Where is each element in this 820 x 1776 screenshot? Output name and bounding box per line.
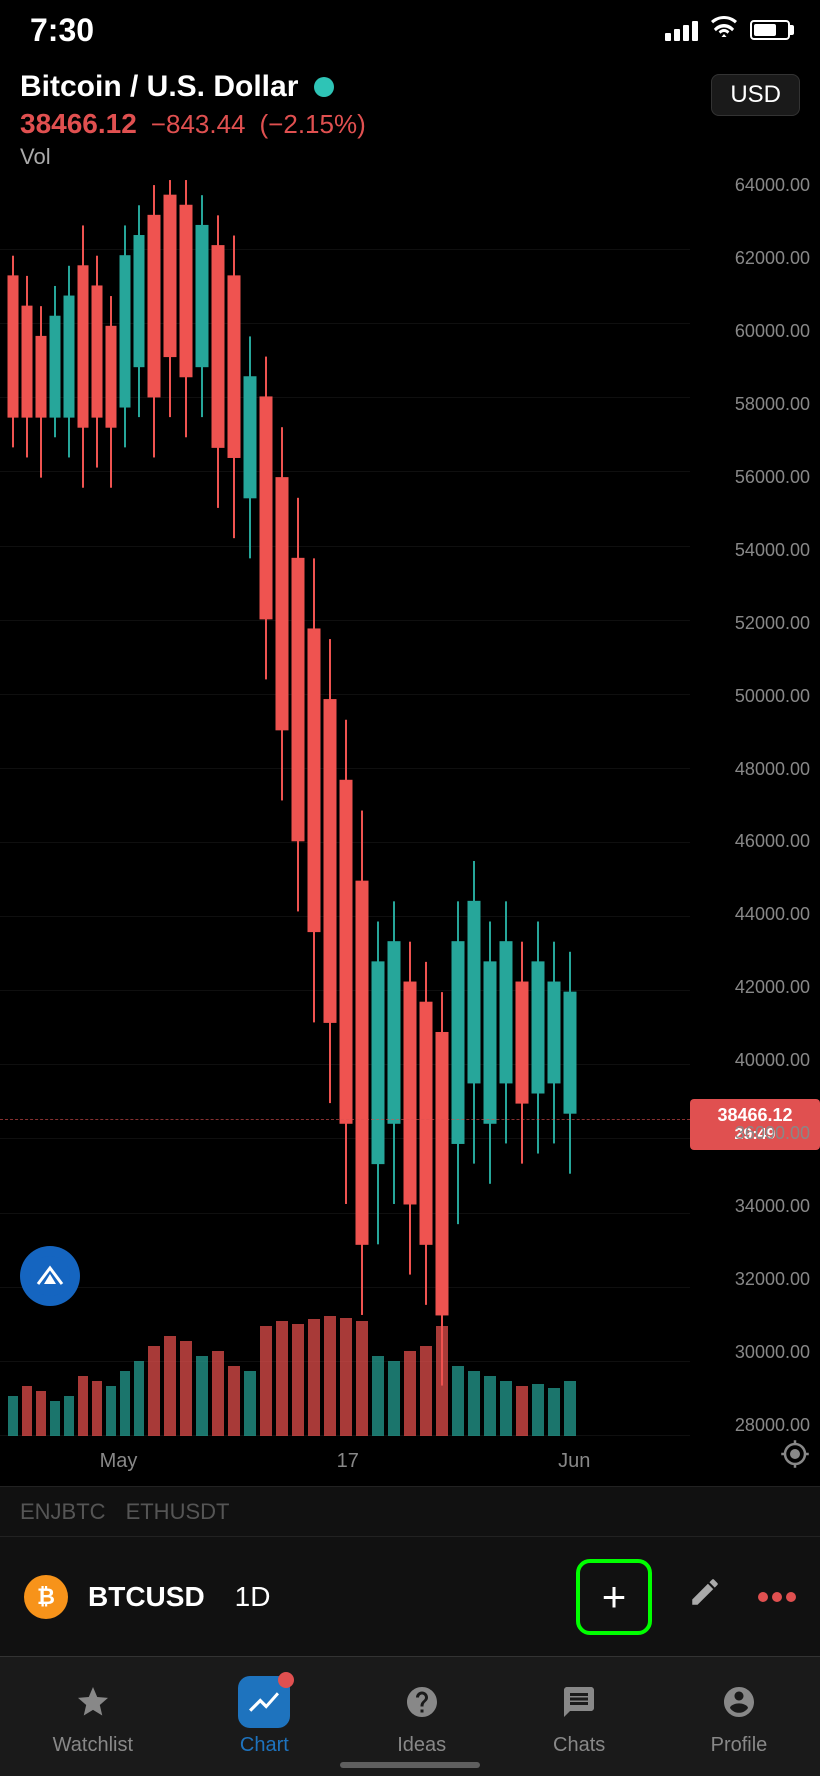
ideas-icon (396, 1676, 448, 1728)
price-label-50000: 50000.00 (690, 686, 820, 707)
profile-icon (713, 1676, 765, 1728)
pair-status-dot (314, 77, 334, 97)
time-axis: May 17 Jun (0, 1436, 690, 1486)
price-label-30000: 30000.00 (690, 1342, 820, 1363)
current-price-line (0, 1119, 690, 1120)
more-options-button[interactable] (758, 1592, 796, 1602)
price-label-36000: 36000.00 (690, 1123, 820, 1144)
currency-badge[interactable]: USD (711, 74, 800, 116)
candlestick-canvas (0, 175, 690, 1436)
price-label-32000: 32000.00 (690, 1269, 820, 1290)
nav-ideas[interactable]: Ideas (396, 1676, 448, 1757)
status-icons (665, 16, 790, 44)
price-label-62000: 62000.00 (690, 248, 820, 269)
status-time: 7:30 (30, 12, 94, 49)
tradingview-watermark (20, 1246, 80, 1306)
toolbar-symbol: BTCUSD (88, 1581, 205, 1613)
pencil-icon[interactable] (688, 1575, 722, 1618)
ticker-enjbtc: ENJBTC (20, 1499, 106, 1525)
nav-chart-label: Chart (240, 1734, 289, 1757)
nav-chats[interactable]: Chats (553, 1676, 605, 1757)
pair-name: Bitcoin / U.S. Dollar (20, 70, 298, 104)
nav-profile-label: Profile (711, 1734, 768, 1757)
battery-icon (750, 20, 790, 40)
price-label-42000: 42000.00 (690, 977, 820, 998)
price-label-44000: 44000.00 (690, 904, 820, 925)
price-label-60000: 60000.00 (690, 321, 820, 342)
price-label-54000: 54000.00 (690, 540, 820, 561)
volume-area (0, 1316, 690, 1436)
watchlist-icon (67, 1676, 119, 1728)
time-label-17: 17 (337, 1450, 359, 1473)
price-label-56000: 56000.00 (690, 467, 820, 488)
pair-row: Bitcoin / U.S. Dollar USD (20, 70, 800, 104)
chart-header: Bitcoin / U.S. Dollar USD 38466.12 −843.… (0, 60, 820, 176)
price-label-46000: 46000.00 (690, 831, 820, 852)
price-label-40000: 40000.00 (690, 1050, 820, 1071)
wifi-icon (710, 16, 738, 44)
chart-icon (238, 1676, 290, 1728)
signal-icon (665, 19, 698, 41)
btc-icon: ₿ (24, 1575, 68, 1619)
chart-toolbar: ₿ BTCUSD 1D + (0, 1536, 820, 1656)
time-label-jun: Jun (558, 1450, 590, 1473)
price-label-58000: 58000.00 (690, 394, 820, 415)
nav-chats-label: Chats (553, 1734, 605, 1757)
nav-watchlist[interactable]: Watchlist (53, 1676, 133, 1757)
price-label-48000: 48000.00 (690, 759, 820, 780)
price-row: 38466.12 −843.44 (−2.15%) (20, 108, 800, 140)
status-bar: 7:30 (0, 0, 820, 60)
toolbar-timeframe: 1D (235, 1581, 271, 1613)
ticker-ethusdt: ETHUSDT (126, 1499, 230, 1525)
chart-area[interactable]: 38466.12 29:49 64000.00 62000.00 60000.0… (0, 175, 820, 1486)
price-axis: 64000.00 62000.00 60000.00 58000.00 5600… (690, 175, 820, 1486)
price-label-28000: 28000.00 (690, 1415, 820, 1436)
add-chart-button[interactable]: + (576, 1559, 652, 1635)
nav-ideas-label: Ideas (397, 1734, 446, 1757)
price-label-52000: 52000.00 (690, 613, 820, 634)
time-label-may: May (100, 1450, 138, 1473)
nav-watchlist-label: Watchlist (53, 1734, 133, 1757)
ticker-strip: ENJBTC ETHUSDT (0, 1486, 820, 1536)
bottom-nav: Watchlist Chart Ideas Chats (0, 1656, 820, 1776)
home-indicator (340, 1762, 480, 1768)
chats-icon (553, 1676, 605, 1728)
price-label-34000: 34000.00 (690, 1196, 820, 1217)
chart-notification-badge (278, 1672, 294, 1688)
price-label-64000: 64000.00 (690, 175, 820, 196)
chart-settings-button[interactable] (780, 1439, 810, 1476)
price-change-pct: (−2.15%) (260, 109, 366, 140)
price-change: −843.44 (151, 109, 246, 140)
current-price: 38466.12 (20, 108, 137, 140)
vol-label: Vol (20, 144, 800, 170)
nav-profile[interactable]: Profile (711, 1676, 768, 1757)
nav-chart[interactable]: Chart (238, 1676, 290, 1757)
